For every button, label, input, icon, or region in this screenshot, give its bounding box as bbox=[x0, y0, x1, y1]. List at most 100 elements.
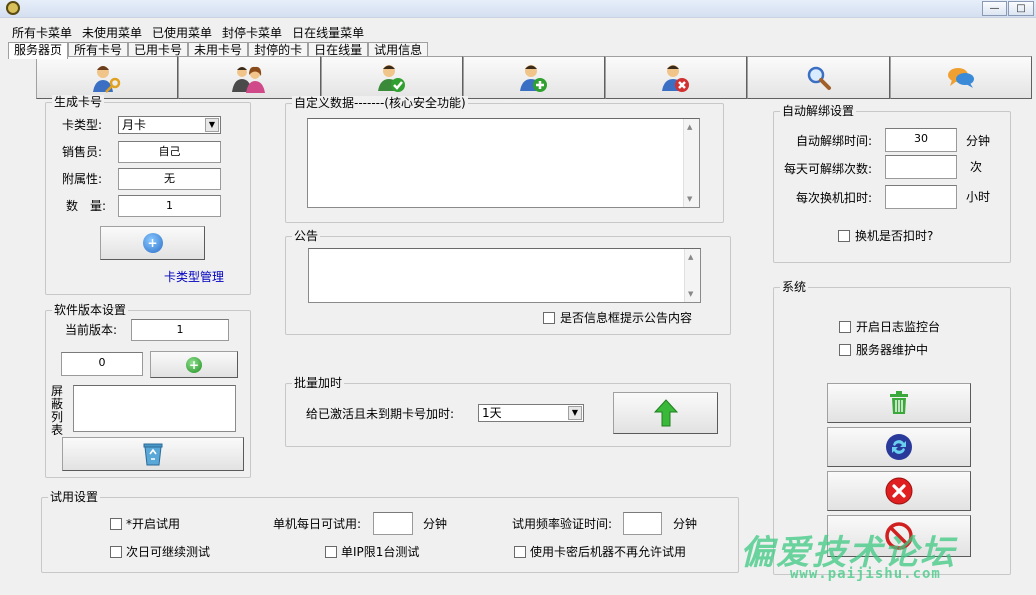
maximize-button[interactable]: □ bbox=[1008, 1, 1034, 16]
unbind-time-input[interactable]: 30 bbox=[885, 128, 957, 152]
unbind-time-label: 自动解绑时间: bbox=[796, 134, 873, 148]
toolbar-button-user-key[interactable] bbox=[36, 56, 179, 99]
group-title: 公告 bbox=[292, 229, 321, 243]
refresh-button[interactable] bbox=[827, 427, 971, 467]
batch-time-label: 给已激活且未到期卡号加时: bbox=[306, 407, 455, 421]
title-bar bbox=[0, 0, 1036, 18]
card-type-value: 月卡 bbox=[122, 118, 147, 132]
toolbar-button-search[interactable] bbox=[747, 56, 890, 99]
current-version-input[interactable]: 1 bbox=[131, 319, 229, 341]
group-title: 自定义数据-------(核心安全功能) bbox=[292, 96, 468, 110]
trash-icon bbox=[890, 391, 908, 414]
per-day-label: 单机每日可试用: bbox=[273, 517, 362, 531]
trial-group: 试用设置 bbox=[41, 490, 739, 573]
log-monitor-checkbox[interactable] bbox=[839, 321, 851, 333]
block-list-textarea[interactable] bbox=[73, 385, 236, 432]
group-title: 系统 bbox=[780, 280, 809, 294]
group-title: 批量加时 bbox=[292, 376, 345, 390]
group-title: 生成卡号 bbox=[52, 95, 105, 109]
scrollbar[interactable]: ▲ ▼ bbox=[683, 119, 699, 207]
current-version-label: 当前版本: bbox=[65, 323, 118, 337]
card-type-label: 卡类型: bbox=[62, 118, 103, 132]
app-icon bbox=[6, 1, 20, 15]
seller-label: 销售员: bbox=[62, 145, 103, 159]
seller-input[interactable]: 自己 bbox=[118, 141, 221, 163]
freq-input[interactable] bbox=[623, 512, 662, 535]
version-input[interactable]: 0 bbox=[61, 352, 143, 376]
watermark-url: www.paijishu.com bbox=[790, 566, 941, 582]
qty-input[interactable]: 1 bbox=[118, 195, 221, 217]
menu-used[interactable]: 已使用菜单 bbox=[152, 24, 212, 42]
recycle-button[interactable] bbox=[62, 437, 244, 471]
scroll-down-icon: ▼ bbox=[688, 290, 694, 298]
user-check-icon bbox=[377, 64, 405, 92]
menu-unused[interactable]: 未使用菜单 bbox=[82, 24, 142, 42]
enable-trial-checkbox[interactable] bbox=[110, 518, 122, 530]
arrow-up-icon bbox=[653, 399, 678, 427]
tab-server[interactable]: 服务器页 bbox=[8, 42, 69, 59]
toolbar-button-user-delete[interactable] bbox=[605, 56, 748, 99]
deduct-label: 每次换机扣时: bbox=[796, 191, 873, 205]
qty-label: 数 量: bbox=[66, 199, 107, 213]
notice-popup-checkbox[interactable] bbox=[543, 312, 555, 324]
search-icon bbox=[807, 66, 831, 90]
users-icon bbox=[232, 66, 266, 93]
batch-apply-button[interactable] bbox=[613, 392, 718, 434]
attr-input[interactable]: 无 bbox=[118, 168, 221, 190]
toolbar-button-user-check[interactable] bbox=[320, 56, 463, 99]
enable-trial-label: *开启试用 bbox=[126, 517, 181, 531]
toolbar-button-chat[interactable] bbox=[889, 56, 1032, 99]
recycle-bin-icon bbox=[143, 443, 163, 466]
toolbar-button-users[interactable] bbox=[178, 56, 321, 99]
deduct-input[interactable] bbox=[885, 185, 957, 209]
unbind-time-unit: 分钟 bbox=[966, 134, 991, 148]
group-title: 软件版本设置 bbox=[52, 303, 129, 317]
menu-daily-online[interactable]: 日在线量菜单 bbox=[292, 24, 364, 42]
next-day-label: 次日可继续测试 bbox=[126, 545, 211, 559]
cancel-button[interactable] bbox=[827, 471, 971, 511]
scrollbar[interactable]: ▲ ▼ bbox=[684, 249, 700, 302]
unbind-times-label: 每天可解绑次数: bbox=[784, 162, 873, 176]
per-day-unit: 分钟 bbox=[423, 517, 448, 531]
toolbar-button-user-add[interactable] bbox=[462, 56, 606, 99]
block-list-label: 屏蔽列表 bbox=[51, 384, 64, 437]
menu-all-cards[interactable]: 所有卡菜单 bbox=[12, 24, 72, 42]
delete-button[interactable] bbox=[827, 383, 971, 423]
menu-banned[interactable]: 封停卡菜单 bbox=[222, 24, 282, 42]
plus-icon: + bbox=[186, 356, 202, 373]
custom-data-textarea[interactable]: ▲ ▼ bbox=[307, 118, 700, 208]
next-day-checkbox[interactable] bbox=[110, 546, 122, 558]
chevron-down-icon: ▼ bbox=[205, 118, 219, 132]
toolbar bbox=[36, 56, 1032, 99]
user-key-icon bbox=[93, 65, 121, 93]
notice-textarea[interactable]: ▲ ▼ bbox=[308, 248, 701, 303]
user-add-icon bbox=[519, 64, 547, 92]
freq-unit: 分钟 bbox=[673, 517, 698, 531]
switch-deduct-label: 换机是否扣时? bbox=[855, 229, 934, 243]
card-type-manage-link[interactable]: 卡类型管理 bbox=[164, 269, 224, 285]
no-trial-checkbox[interactable] bbox=[514, 546, 526, 558]
unbind-times-input[interactable] bbox=[885, 155, 957, 179]
maintenance-checkbox[interactable] bbox=[839, 344, 851, 356]
per-day-input[interactable] bbox=[373, 512, 413, 535]
scroll-down-icon: ▼ bbox=[687, 195, 693, 203]
user-delete-icon bbox=[662, 64, 690, 92]
menu-bar: 所有卡菜单 未使用菜单 已使用菜单 封停卡菜单 日在线量菜单 bbox=[0, 24, 364, 42]
attr-label: 附属性: bbox=[62, 172, 103, 186]
unbind-times-unit: 次 bbox=[970, 160, 983, 174]
batch-time-select[interactable]: 1天 ▼ bbox=[478, 404, 584, 422]
add-version-button[interactable]: + bbox=[150, 351, 238, 378]
scroll-up-icon: ▲ bbox=[688, 253, 694, 261]
generate-button[interactable]: + bbox=[100, 226, 205, 260]
refresh-icon bbox=[886, 434, 912, 460]
switch-deduct-checkbox[interactable] bbox=[838, 230, 850, 242]
log-monitor-label: 开启日志监控台 bbox=[856, 320, 941, 334]
chat-icon bbox=[947, 67, 974, 88]
minimize-button[interactable]: — bbox=[982, 1, 1007, 16]
ip-limit-checkbox[interactable] bbox=[325, 546, 337, 558]
no-trial-label: 使用卡密后机器不再允许试用 bbox=[530, 545, 687, 559]
group-title: 自动解绑设置 bbox=[780, 104, 857, 118]
scroll-up-icon: ▲ bbox=[687, 123, 693, 131]
freq-label: 试用频率验证时间: bbox=[512, 517, 613, 531]
card-type-select[interactable]: 月卡 ▼ bbox=[118, 116, 221, 134]
